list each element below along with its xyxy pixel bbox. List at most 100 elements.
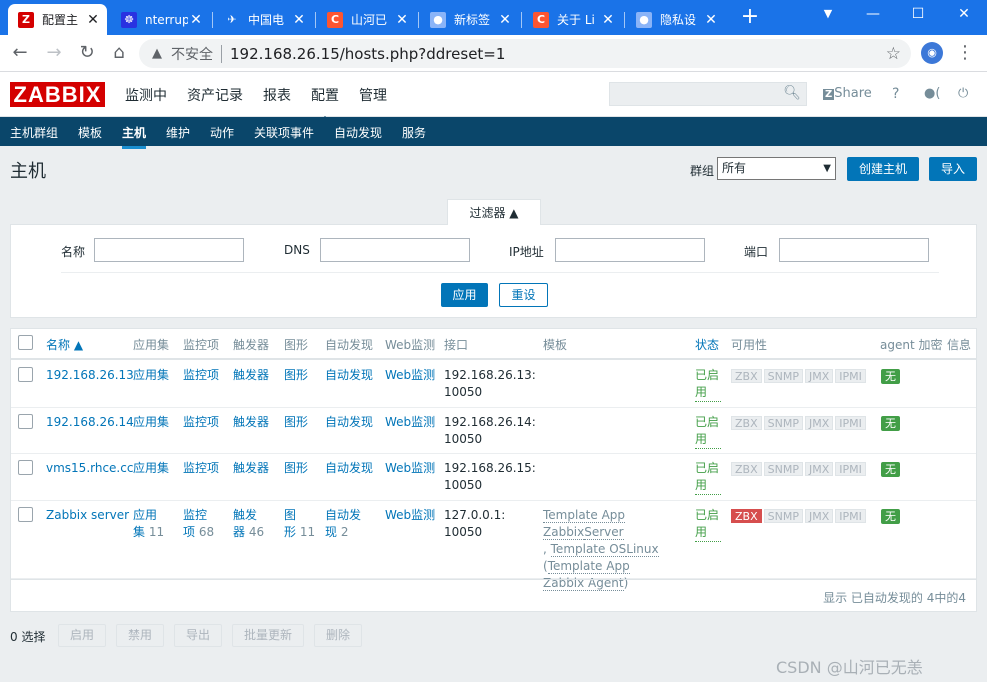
share-link[interactable]: Z Share bbox=[823, 86, 872, 101]
tab-close-icon[interactable]: ✕ bbox=[703, 12, 719, 28]
group-select[interactable]: 所有 ▼ bbox=[717, 157, 836, 180]
triggers-link-wrap[interactable]: 器 bbox=[233, 525, 245, 539]
triggers-link[interactable]: 触发器 bbox=[233, 368, 269, 382]
submenu-discovery[interactable]: 自动发现 bbox=[334, 124, 382, 141]
host-name-link[interactable]: 192.168.26.14 bbox=[46, 415, 134, 429]
discovery-link-wrap[interactable]: 现 bbox=[325, 525, 337, 539]
row-checkbox[interactable] bbox=[18, 414, 33, 429]
tab-close-icon[interactable]: ✕ bbox=[600, 12, 616, 28]
applications-link[interactable]: 应用集 bbox=[133, 461, 169, 475]
host-name-link[interactable]: vms15.rhce.cc bbox=[46, 461, 133, 475]
logout-icon[interactable]: ⏻ bbox=[958, 86, 968, 101]
menu-inventory[interactable]: 资产记录 bbox=[187, 85, 243, 105]
submenu-event-correlation[interactable]: 关联项事件 bbox=[254, 124, 314, 141]
submenu-host-groups[interactable]: 主机群组 bbox=[10, 124, 58, 141]
submenu-hosts[interactable]: 主机 bbox=[122, 124, 147, 149]
profile-avatar-icon[interactable]: ◉ bbox=[921, 42, 943, 64]
tab-close-icon[interactable]: ✕ bbox=[394, 12, 410, 28]
menu-monitoring[interactable]: 监测中 bbox=[125, 85, 167, 105]
col-status-header[interactable]: 状态 bbox=[695, 336, 719, 353]
triggers-link[interactable]: 触发器 bbox=[233, 461, 269, 475]
row-checkbox[interactable] bbox=[18, 507, 33, 522]
menu-administration[interactable]: 管理 bbox=[359, 85, 387, 105]
discovery-link[interactable]: 自动发现 bbox=[325, 368, 373, 382]
items-link-wrap[interactable]: 项 bbox=[183, 525, 195, 539]
tab-close-icon[interactable]: ✕ bbox=[291, 12, 307, 28]
graphs-link[interactable]: 图 bbox=[284, 508, 296, 522]
host-name-link[interactable]: 192.168.26.13 bbox=[46, 368, 134, 382]
applications-link-wrap[interactable]: 集 bbox=[133, 525, 145, 539]
insecure-label[interactable]: 不安全 bbox=[171, 44, 213, 64]
search-icon[interactable]: 🔍︎ bbox=[783, 85, 801, 101]
row-checkbox[interactable] bbox=[18, 460, 33, 475]
help-icon[interactable]: ? bbox=[892, 86, 899, 102]
triggers-link[interactable]: 触发 bbox=[233, 508, 257, 522]
discovery-link[interactable]: 自动发现 bbox=[325, 415, 373, 429]
submenu-templates[interactable]: 模板 bbox=[78, 124, 102, 141]
template-link[interactable]: Template App bbox=[547, 559, 630, 574]
import-button[interactable]: 导入 bbox=[929, 157, 977, 181]
select-all-checkbox[interactable] bbox=[18, 335, 33, 350]
graphs-link[interactable]: 图形 bbox=[284, 368, 308, 382]
window-close-icon[interactable]: ✕ bbox=[941, 0, 987, 30]
applications-link[interactable]: 应用集 bbox=[133, 368, 169, 382]
web-monitoring-link[interactable]: Web监测 bbox=[385, 415, 435, 429]
items-link[interactable]: 监控项 bbox=[183, 415, 219, 429]
template-link[interactable]: Server bbox=[584, 525, 624, 540]
tab-search-icon[interactable]: ▼ bbox=[805, 0, 851, 30]
user-profile-icon[interactable]: ●( bbox=[924, 86, 940, 101]
items-link[interactable]: 监控项 bbox=[183, 461, 219, 475]
graphs-link-wrap[interactable]: 形 bbox=[284, 525, 296, 539]
back-icon[interactable]: ← bbox=[8, 42, 32, 66]
items-link[interactable]: 监控 bbox=[183, 508, 207, 522]
tab-close-icon[interactable]: ✕ bbox=[85, 12, 101, 28]
warning-icon[interactable]: ▲ bbox=[149, 46, 165, 62]
omnibox[interactable]: ▲ 不安全 192.168.26.15/hosts.php?ddreset=1 … bbox=[139, 39, 911, 68]
apply-button[interactable]: 应用 bbox=[441, 283, 488, 307]
graphs-link[interactable]: 图形 bbox=[284, 461, 308, 475]
menu-reports[interactable]: 报表 bbox=[263, 85, 291, 105]
global-search-input[interactable]: 🔍︎ bbox=[609, 82, 807, 106]
browser-tab[interactable]: ☸ nterrup ✕ bbox=[111, 4, 210, 35]
web-monitoring-link[interactable]: Web监测 bbox=[385, 461, 435, 475]
triggers-link[interactable]: 触发器 bbox=[233, 415, 269, 429]
status-toggle[interactable]: 已启用 bbox=[695, 367, 721, 402]
filter-name-input[interactable] bbox=[94, 238, 244, 262]
enable-button[interactable]: 启用 bbox=[58, 624, 106, 647]
browser-tab[interactable]: ● 隐私设 ✕ bbox=[626, 4, 725, 35]
host-name-link[interactable]: Zabbix server bbox=[46, 508, 129, 522]
tab-close-icon[interactable]: ✕ bbox=[188, 12, 204, 28]
url-text[interactable]: 192.168.26.15/hosts.php?ddreset=1 bbox=[230, 45, 505, 63]
applications-link[interactable]: 应用集 bbox=[133, 415, 169, 429]
new-tab-icon[interactable]: + bbox=[738, 6, 762, 30]
web-monitoring-link[interactable]: Web监测 bbox=[385, 368, 435, 382]
row-checkbox[interactable] bbox=[18, 367, 33, 382]
minimize-icon[interactable]: — bbox=[850, 0, 896, 30]
web-monitoring-link[interactable]: Web监测 bbox=[385, 508, 435, 522]
applications-link[interactable]: 应用 bbox=[133, 508, 157, 522]
disable-button[interactable]: 禁用 bbox=[116, 624, 164, 647]
create-host-button[interactable]: 创建主机 bbox=[847, 157, 919, 181]
template-link[interactable]: Template OS bbox=[550, 542, 627, 557]
submenu-maintenance[interactable]: 维护 bbox=[166, 124, 190, 141]
browser-tab[interactable]: C 关于 Li ✕ bbox=[523, 4, 622, 35]
items-link[interactable]: 监控项 bbox=[183, 368, 219, 382]
browser-menu-icon[interactable]: ⋮ bbox=[955, 42, 975, 64]
submenu-actions[interactable]: 动作 bbox=[210, 124, 234, 141]
status-toggle[interactable]: 已启用 bbox=[695, 414, 721, 449]
export-button[interactable]: 导出 bbox=[174, 624, 222, 647]
col-name-header[interactable]: 名称 ▲ bbox=[46, 336, 83, 353]
delete-button[interactable]: 删除 bbox=[314, 624, 362, 647]
browser-tab[interactable]: ● 新标签 ✕ bbox=[420, 4, 519, 35]
filter-ip-input[interactable] bbox=[555, 238, 705, 262]
graphs-link[interactable]: 图形 bbox=[284, 415, 308, 429]
maximize-icon[interactable]: ☐ bbox=[895, 0, 941, 30]
browser-tab[interactable]: ✈ 中国电 ✕ bbox=[214, 4, 313, 35]
template-link[interactable]: Linux bbox=[626, 542, 659, 557]
browser-tab[interactable]: Z 配置主 ✕ bbox=[8, 4, 107, 35]
filter-port-input[interactable] bbox=[779, 238, 929, 262]
discovery-link[interactable]: 自动发 bbox=[325, 508, 361, 522]
zabbix-logo[interactable]: ZABBIX bbox=[10, 82, 105, 107]
status-toggle[interactable]: 已启用 bbox=[695, 460, 721, 495]
discovery-link[interactable]: 自动发现 bbox=[325, 461, 373, 475]
